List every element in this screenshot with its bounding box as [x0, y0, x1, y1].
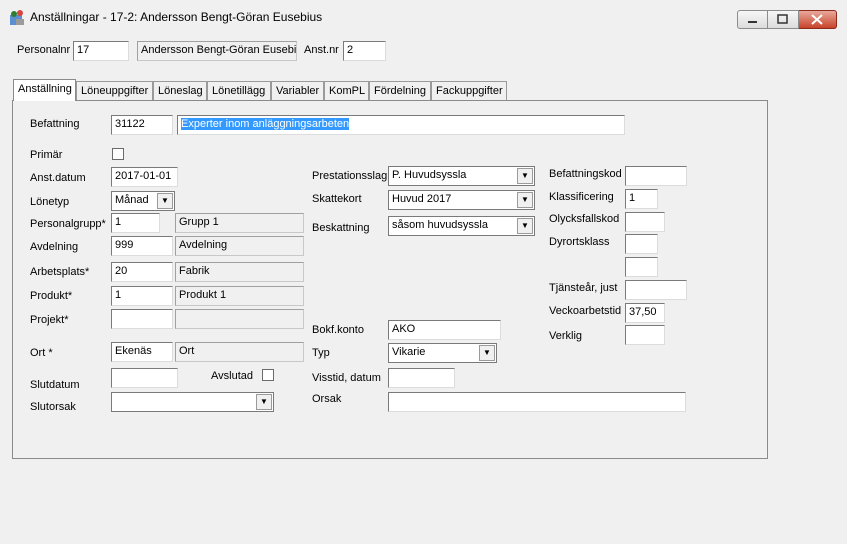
ort-label: Ort *	[30, 347, 53, 359]
personalgrupp-text: Grupp 1	[175, 213, 304, 233]
arbetsplats-label: Arbetsplats*	[30, 266, 90, 278]
orsak-label: Orsak	[312, 393, 342, 405]
chevron-down-icon[interactable]: ▼	[517, 168, 533, 184]
minimize-icon	[748, 21, 757, 23]
tab-kompl[interactable]: KomPL	[324, 81, 369, 100]
dyrortsklass-extra-input[interactable]	[625, 257, 658, 277]
tab-fordelning[interactable]: Fördelning	[369, 81, 431, 100]
typ-label: Typ	[312, 347, 330, 359]
befattningskod-input[interactable]	[625, 166, 687, 186]
employee-name: Andersson Bengt-Göran Eusebius	[137, 41, 297, 61]
maximize-button[interactable]	[768, 10, 799, 29]
veckoarbetstid-label: Veckoarbetstid	[549, 305, 622, 317]
orsak-input[interactable]	[388, 392, 686, 412]
veckoarbetstid-input[interactable]: 37,50	[625, 303, 665, 323]
close-icon	[811, 14, 823, 25]
tjansteår-label: Tjänsteår, just	[549, 282, 618, 294]
visstid-input[interactable]	[388, 368, 455, 388]
avslutad-checkbox[interactable]	[262, 369, 274, 381]
chevron-down-icon[interactable]: ▼	[517, 192, 533, 208]
tjansteår-input[interactable]	[625, 280, 687, 300]
tab-lonetillagg[interactable]: Lönetillägg	[207, 81, 271, 100]
lonetyp-label: Lönetyp	[30, 196, 70, 208]
projekt-input[interactable]	[111, 309, 173, 329]
befattning-label: Befattning	[30, 118, 80, 130]
tab-fackuppgifter[interactable]: Fackuppgifter	[431, 81, 507, 100]
beskattning-value: såsom huvudsyssla	[392, 219, 488, 231]
dyrortsklass-label: Dyrortsklass	[549, 236, 610, 248]
chevron-down-icon[interactable]: ▼	[479, 345, 495, 361]
beskattning-label: Beskattning	[312, 222, 370, 234]
anstdatum-input[interactable]: 2017-01-01	[111, 167, 178, 187]
produkt-text: Produkt 1	[175, 286, 304, 306]
skattekort-value: Huvud 2017	[392, 193, 452, 205]
primar-label: Primär	[30, 149, 63, 161]
verklig-input[interactable]	[625, 325, 665, 345]
visstid-label: Visstid, datum	[312, 372, 381, 384]
slutdatum-input[interactable]	[111, 368, 178, 388]
personalnr-label: Personalnr	[17, 44, 71, 56]
prestationsslag-select[interactable]: P. Huvudsyssla ▼	[388, 166, 535, 186]
anstdatum-label: Anst.datum	[30, 172, 86, 184]
avdelning-text: Avdelning	[175, 236, 304, 256]
skattekort-label: Skattekort	[312, 193, 362, 205]
befattning-text-selection: Experter inom anläggningsarbeten	[181, 118, 350, 130]
skattekort-select[interactable]: Huvud 2017 ▼	[388, 190, 535, 210]
avdelning-label: Avdelning	[30, 241, 79, 253]
personalnr-input[interactable]: 17	[73, 41, 129, 61]
klassificering-input[interactable]: 1	[625, 189, 658, 209]
prestationsslag-value: P. Huvudsyssla	[392, 169, 467, 181]
lonetyp-select[interactable]: Månad ▼	[111, 191, 175, 211]
tab-loneuppgifter[interactable]: Löneuppgifter	[76, 81, 153, 100]
typ-select[interactable]: Vikarie ▼	[388, 343, 497, 363]
window-title: Anställningar - 17-2: Andersson Bengt-Gö…	[30, 10, 323, 24]
chevron-down-icon[interactable]: ▼	[517, 218, 533, 234]
lonetyp-value: Månad	[115, 194, 149, 206]
app-icon	[10, 10, 24, 25]
chevron-down-icon[interactable]: ▼	[157, 193, 173, 209]
avslutad-label: Avslutad	[211, 370, 253, 382]
slutorsak-select[interactable]: ▼	[111, 392, 274, 412]
klassificering-label: Klassificering	[549, 191, 614, 203]
arbetsplats-input[interactable]: 20	[111, 262, 173, 282]
olycksfallskod-input[interactable]	[625, 212, 665, 232]
produkt-label: Produkt*	[30, 290, 73, 302]
avdelning-input[interactable]: 999	[111, 236, 173, 256]
arbetsplats-text: Fabrik	[175, 262, 304, 282]
maximize-icon	[777, 14, 788, 24]
anstnr-label: Anst.nr	[304, 44, 339, 56]
minimize-button[interactable]	[737, 10, 768, 29]
projekt-text	[175, 309, 304, 329]
bokfkonto-label: Bokf.konto	[312, 324, 364, 336]
befattning-code-input[interactable]: 31122	[111, 115, 173, 135]
ort-text: Ort	[175, 342, 304, 362]
dyrortsklass-input[interactable]	[625, 234, 658, 254]
slutorsak-label: Slutorsak	[30, 401, 76, 413]
beskattning-select[interactable]: såsom huvudsyssla ▼	[388, 216, 535, 236]
projekt-label: Projekt*	[30, 314, 69, 326]
personalgrupp-input[interactable]: 1	[111, 213, 160, 233]
close-button[interactable]	[799, 10, 837, 29]
bokfkonto-input[interactable]: AKO	[388, 320, 501, 340]
tab-variabler[interactable]: Variabler	[271, 81, 324, 100]
personalgrupp-label: Personalgrupp*	[30, 218, 106, 230]
verklig-label: Verklig	[549, 330, 583, 342]
chevron-down-icon[interactable]: ▼	[256, 394, 272, 410]
produkt-input[interactable]: 1	[111, 286, 173, 306]
slutdatum-label: Slutdatum	[30, 379, 80, 391]
befattning-text-input[interactable]: Experter inom anläggningsarbeten	[177, 115, 625, 135]
tab-anstallning[interactable]: Anställning	[13, 79, 76, 101]
tab-loneslag[interactable]: Löneslag	[153, 81, 207, 100]
ort-input[interactable]: Ekenäs	[111, 342, 173, 362]
olycksfallskod-label: Olycksfallskod	[549, 213, 620, 225]
primar-checkbox[interactable]	[112, 148, 124, 160]
typ-value: Vikarie	[392, 346, 426, 358]
befattningskod-label: Befattningskod	[549, 168, 622, 180]
anstnr-input[interactable]: 2	[343, 41, 386, 61]
prestationsslag-label: Prestationsslag	[312, 170, 388, 182]
